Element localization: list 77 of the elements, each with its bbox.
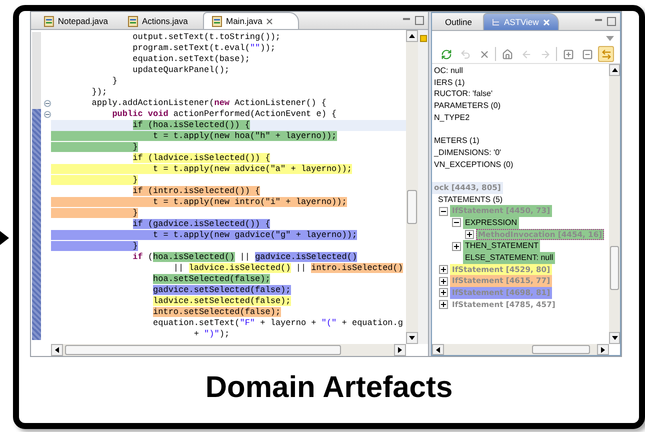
caption: Domain Artefacts [205,371,453,405]
collapse-icon[interactable] [439,206,448,216]
home-icon [502,48,512,60]
window-buttons-icon[interactable] [402,16,424,25]
dropdown-icon[interactable] [606,36,614,40]
window-buttons-icon[interactable] [594,17,616,26]
code-line: program.setText(t.eval("")); [132,43,276,54]
scroll-thumb[interactable] [407,190,417,224]
editor-tab[interactable]: Actions.java [119,12,201,29]
code-line: updateQuarkPanel(); [132,65,231,76]
code-line: equation.setText("F" + layerno + "(" + equation.g [152,318,404,329]
collapse-icon[interactable] [452,218,461,228]
vertical-scrollbar[interactable] [609,64,620,344]
code-line: output.setText(t.toString()); [132,32,282,43]
plus-square-icon [562,48,574,60]
tree-item[interactable]: STATEMENTS (5) [436,194,505,206]
double-arrow-icon [600,48,612,60]
scroll-thumb[interactable] [610,246,619,290]
tree-item[interactable]: RUCTOR: 'false' [432,88,494,100]
tree-item[interactable]: N_TYPE2 [432,112,472,124]
undo-icon [460,48,470,60]
code-line: equation.setText(base); [132,54,251,65]
left-arrow-icon[interactable] [435,346,441,352]
expand-icon[interactable] [465,230,474,239]
code-line: apply.addActionListener(new ActionListener() { [90,98,328,109]
refresh-icon [440,48,452,60]
view-tab[interactable]: Outline [436,13,481,30]
down-arrow-icon[interactable] [409,335,415,341]
toolbar-button[interactable] [598,46,614,62]
tree-item[interactable]: EXPRESSION [463,216,520,229]
tree-icon [492,18,500,26]
tree-item[interactable]: IERS (1) [432,76,467,88]
code-line: } [51,175,406,186]
up-arrow-icon[interactable] [612,67,618,73]
tree-item[interactable]: _DIMENSIONS: '0' [432,146,504,159]
vertical-scrollbar[interactable] [406,30,418,344]
expand-icon[interactable] [439,276,448,286]
editor-tab[interactable]: Notepad.java [35,12,117,29]
tree-item[interactable]: PARAMETERS (0) [432,100,503,112]
code-line: }); [90,87,108,98]
marker-icon[interactable] [420,35,426,42]
editor-tab[interactable]: Main.java [203,12,299,29]
java-file-icon [212,16,222,26]
code-line: } [51,208,406,219]
scroll-thumb[interactable] [532,345,590,354]
scroll-thumb[interactable] [65,345,341,355]
minus-square-icon [582,48,592,60]
code-line: } [51,142,406,153]
code-line: public void actionPerformed(ActionEvent e) { [111,109,338,120]
right-arrow-icon[interactable] [600,346,606,352]
expand-icon[interactable] [439,300,448,310]
right-arrow-icon [540,48,550,60]
tree-item[interactable]: OC: null [432,65,465,77]
right-arrow-icon[interactable] [397,347,403,353]
expand-icon[interactable] [452,242,461,251]
left-arrow-icon [520,48,532,60]
expand-icon[interactable] [439,265,448,274]
code-line: + ")"); [192,329,231,340]
code-line: } [51,241,406,252]
tree-item[interactable]: METERS (1) [432,135,482,147]
tree-item[interactable]: VN_EXCEPTIONS (0) [432,158,516,170]
down-arrow-icon[interactable] [612,335,618,341]
code-line: || ladvice.isSelected() || intro.isSelected() [172,263,404,274]
close-icon[interactable] [266,18,274,24]
horizontal-scrollbar[interactable] [51,344,406,356]
left-arrow-icon[interactable] [54,347,60,353]
code-line: } [111,76,118,87]
expand-icon[interactable] [439,288,448,298]
tree-item[interactable]: ELSE_STATEMENT: null [463,252,556,264]
arrowhead-icon [0,231,9,245]
close-icon [478,48,490,60]
code-line: if (hoa.isSelected() || gadvice.isSelected() [132,252,358,263]
up-arrow-icon[interactable] [409,33,415,39]
java-file-icon [44,16,54,26]
tree-item[interactable]: THEN_STATEMENT [463,240,540,252]
java-file-icon [128,16,138,26]
horizontal-scrollbar[interactable] [432,344,609,355]
